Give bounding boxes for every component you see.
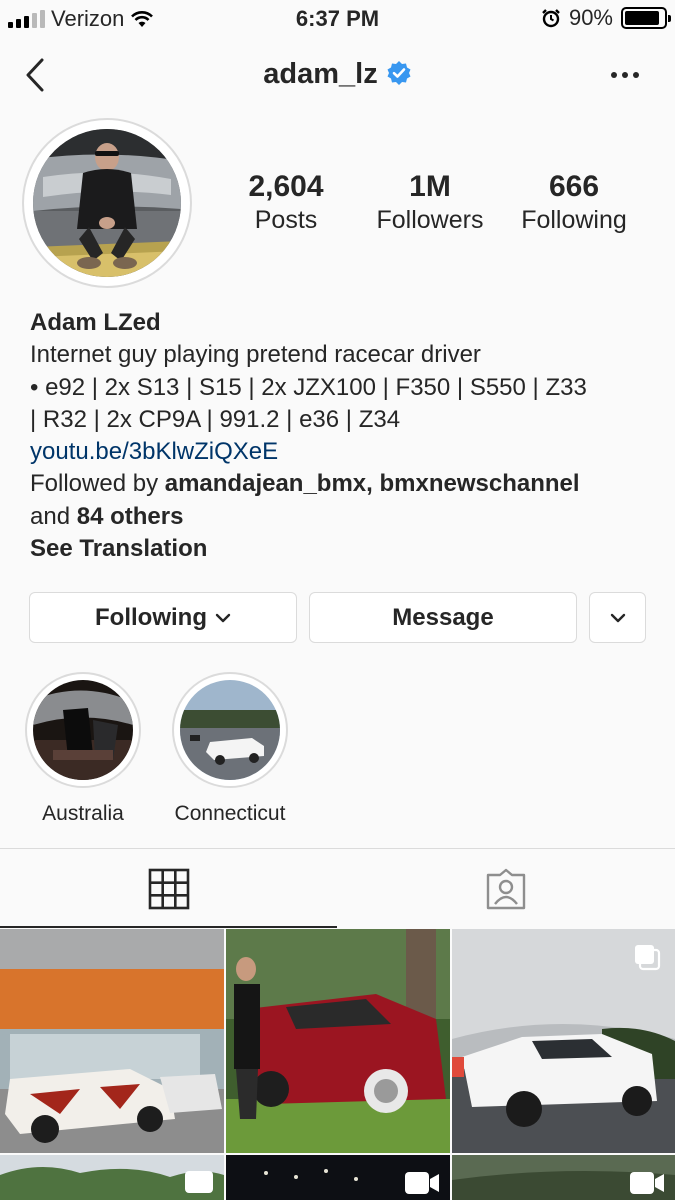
- video-icon: [405, 1172, 439, 1194]
- tagged-icon: [486, 868, 525, 910]
- chevron-down-icon: [610, 613, 625, 622]
- video-icon: [630, 1172, 664, 1194]
- status-bar: Verizon 6:37 PM 90%: [0, 0, 675, 38]
- profile-bio: Adam LZed Internet guy playing pretend r…: [30, 307, 650, 565]
- stat-posts-value: 2,604: [248, 170, 324, 203]
- message-button[interactable]: Message: [309, 592, 577, 643]
- see-translation-link[interactable]: See Translation: [30, 533, 650, 565]
- highlight-connecticut[interactable]: Connecticut: [172, 672, 288, 826]
- followed-by-text[interactable]: Followed by amandajean_bmx, bmxnewschann…: [30, 468, 650, 500]
- profile-avatar[interactable]: [22, 118, 192, 288]
- post-thumbnail[interactable]: [0, 1155, 224, 1200]
- stat-followers-value: 1M: [409, 170, 451, 203]
- tab-grid[interactable]: [0, 849, 337, 929]
- bio-line-2: • e92 | 2x S13 | S15 | 2x JZX100 | F350 …: [30, 373, 587, 401]
- more-options-icon[interactable]: [611, 72, 639, 78]
- avatar-photo: [33, 129, 181, 277]
- followed-by-others: 84 others: [76, 502, 184, 530]
- bio-line-1: Internet guy playing pretend racecar dri…: [30, 341, 481, 369]
- post-thumbnail[interactable]: [452, 1155, 675, 1200]
- profile-username-title: adam_lz: [0, 58, 675, 91]
- highlight-cover: [180, 680, 280, 780]
- stat-following[interactable]: 666 Following: [510, 170, 638, 235]
- message-button-label: Message: [392, 603, 494, 631]
- highlight-label: Australia: [42, 802, 124, 825]
- following-button[interactable]: Following: [29, 592, 297, 643]
- video-icon: [185, 1171, 213, 1193]
- suggested-accounts-button[interactable]: [589, 592, 646, 643]
- tab-tagged[interactable]: [337, 849, 674, 929]
- profile-tabs: [0, 848, 675, 928]
- followed-by-more[interactable]: and 84 others: [30, 501, 650, 533]
- highlight-label: Connecticut: [174, 802, 286, 825]
- profile-screen: Verizon 6:37 PM 90% adam_lz 2,604 Posts …: [0, 0, 675, 1200]
- battery-icon: [621, 7, 671, 29]
- highlight-australia[interactable]: Australia: [25, 672, 141, 826]
- chevron-down-icon: [215, 613, 231, 622]
- stat-following-value: 666: [548, 170, 600, 203]
- alarm-icon: [542, 9, 560, 28]
- bio-link[interactable]: youtu.be/3bKlwZiQXeE: [30, 436, 650, 468]
- display-name: Adam LZed: [30, 309, 161, 336]
- grid-icon: [148, 868, 189, 910]
- following-button-label: Following: [95, 603, 207, 631]
- highlight-cover: [33, 680, 133, 780]
- post-thumbnail[interactable]: [452, 929, 675, 1153]
- post-thumbnail[interactable]: [0, 929, 224, 1153]
- active-tab-indicator: [0, 926, 337, 928]
- post-thumbnail[interactable]: [226, 1155, 450, 1200]
- stat-followers-label: Followers: [376, 206, 484, 234]
- stat-following-label: Following: [521, 206, 627, 234]
- stat-posts[interactable]: 2,604 Posts: [236, 170, 336, 235]
- stat-posts-label: Posts: [254, 206, 318, 234]
- carousel-icon: [635, 945, 661, 971]
- verified-badge-icon: [387, 61, 411, 85]
- followed-by-users: amandajean_bmx, bmxnewschannel: [164, 470, 580, 498]
- stat-followers[interactable]: 1M Followers: [365, 170, 495, 235]
- post-thumbnail[interactable]: [226, 929, 450, 1153]
- nav-bar: adam_lz: [0, 44, 675, 108]
- bio-line-3: | R32 | 2x CP9A | 991.2 | e36 | Z34: [30, 405, 401, 433]
- battery-percent: 90%: [568, 5, 613, 30]
